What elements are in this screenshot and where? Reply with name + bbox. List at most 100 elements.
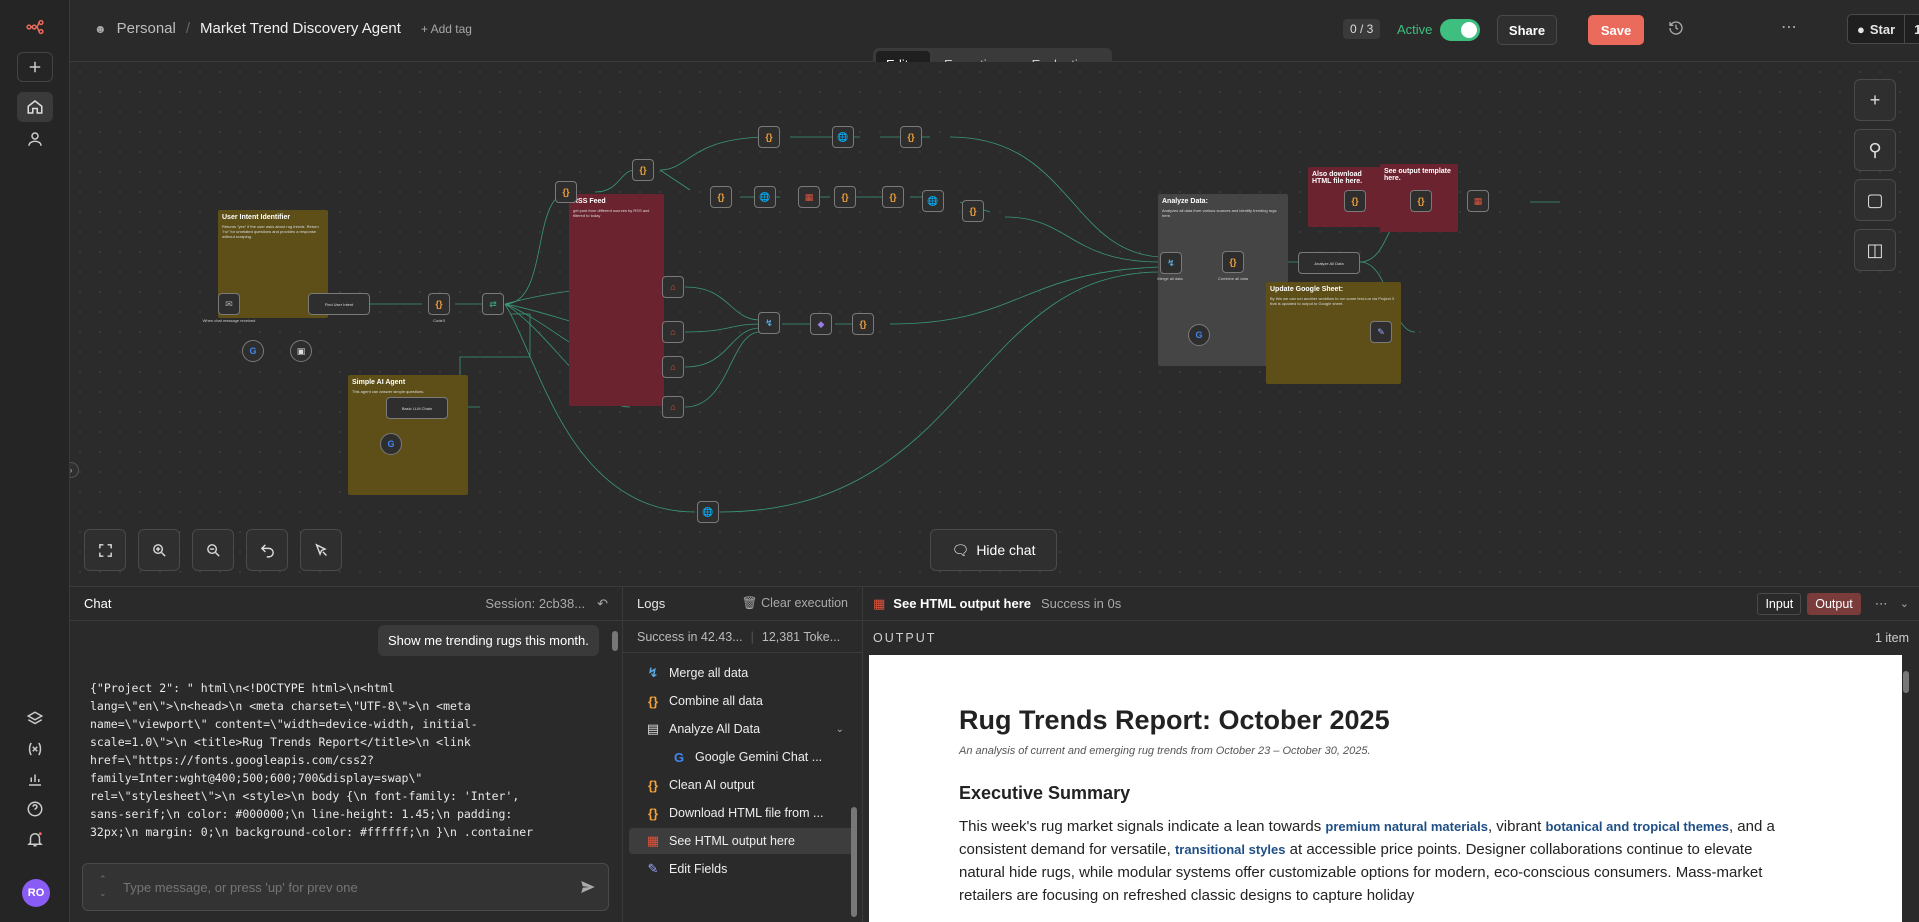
hide-chat-button[interactable]: 🗨 Hide chat (930, 529, 1057, 571)
panel-toggle-icon[interactable]: ◫ (1854, 229, 1896, 271)
variables-icon[interactable] (17, 734, 53, 764)
sticky-simple-ai-agent[interactable]: Simple AI Agent This agent can answer si… (348, 375, 468, 495)
templates-icon[interactable] (17, 704, 53, 734)
active-toggle[interactable] (1440, 19, 1480, 41)
bell-icon[interactable] (17, 824, 53, 854)
rss-architelly-node[interactable]: ⌂ (662, 321, 684, 343)
edit-fields-node[interactable]: ✎ (1370, 321, 1392, 343)
output-toggle[interactable]: Output (1807, 592, 1861, 615)
zoom-out-icon[interactable] (192, 529, 234, 571)
add-tag-button[interactable]: + Add tag (421, 22, 472, 36)
n8n-logo-icon[interactable] (17, 12, 53, 42)
get-amazon-detail-node[interactable]: {} (900, 126, 922, 148)
input-toggle[interactable]: Input (1757, 592, 1802, 615)
code3-node[interactable]: {} (428, 293, 450, 315)
output-scrollbar[interactable] (1903, 657, 1911, 922)
find-urls-node[interactable]: {} (555, 181, 577, 203)
log-item-combine-all-data[interactable]: {} Combine all data (629, 688, 856, 714)
clean-ai-output-node[interactable]: {} (1344, 190, 1366, 212)
log-item-merge-all-data[interactable]: ↯ Merge all data (629, 660, 856, 686)
log-item-clean-ai-output[interactable]: {} Clean AI output (629, 772, 856, 798)
person-icon: ☻ (94, 21, 107, 36)
node-label: Merge all data (1157, 276, 1183, 281)
if-node[interactable]: ⇄ (482, 293, 504, 315)
make-url-node[interactable]: {} (834, 186, 856, 208)
analyze-all-data-node[interactable]: Analyze All Data (1298, 252, 1360, 274)
help-icon[interactable] (17, 794, 53, 824)
more-options-icon[interactable]: ⋯ (1875, 596, 1888, 612)
eval-counter: 0 / 3 (1343, 19, 1381, 39)
chat-scrollbar[interactable] (612, 627, 618, 847)
get-html-website-node[interactable]: 🌐 (754, 186, 776, 208)
insights-icon[interactable] (17, 764, 53, 794)
filter-node[interactable]: {} (852, 313, 874, 335)
chevron-down-icon[interactable]: ⌄ (1900, 597, 1909, 610)
star-label: Star (1869, 21, 1896, 37)
log-item-edit-fields[interactable]: ✎ Edit Fields (629, 856, 856, 882)
chat-trigger-node[interactable]: ✉ (218, 293, 240, 315)
send-icon[interactable] (568, 878, 608, 896)
code-icon: {} (647, 693, 659, 709)
logs-scrollbar[interactable] (851, 657, 857, 919)
add-icon[interactable] (17, 52, 53, 82)
history-icon[interactable] (1668, 20, 1684, 39)
code-icon: {} (647, 805, 659, 821)
zoom-in-icon[interactable] (138, 529, 180, 571)
fit-view-icon[interactable] (84, 529, 126, 571)
get-html-content-node[interactable]: 🌐 (832, 126, 854, 148)
share-button[interactable]: Share (1497, 15, 1557, 45)
split-urls-node[interactable]: {} (882, 186, 904, 208)
combine-all-data-node[interactable]: {} (1222, 251, 1244, 273)
log-item-download-html[interactable]: {} Download HTML file from ... (629, 800, 856, 826)
clear-execution-button[interactable]: 🗑 Clear execution (742, 596, 848, 611)
left-sidebar: RO (0, 0, 70, 922)
basic-llm-chain-node[interactable]: Basic LLM Chain (386, 397, 448, 419)
find-user-intent-node[interactable]: Find User Intent (308, 293, 370, 315)
log-item-gemini-chat[interactable]: G Google Gemini Chat ... (629, 744, 856, 770)
search-icon[interactable]: ⚲ (1854, 129, 1896, 171)
sticky-rss-feed[interactable]: RSS Feed get post from different sources… (569, 194, 664, 406)
see-html-output-node[interactable]: ▦ (1467, 190, 1489, 212)
chevron-down-icon[interactable]: ⌄ (836, 724, 844, 735)
log-item-see-html-output[interactable]: ▦ See HTML output here (629, 828, 856, 854)
user-icon[interactable] (17, 124, 53, 154)
gemini-model-node[interactable]: G (242, 340, 264, 362)
workflow-name[interactable]: Market Trend Discovery Agent (200, 20, 401, 37)
rss-designboom-node[interactable]: ⌂ (662, 276, 684, 298)
rss-rug-society-node[interactable]: ⌂ (662, 396, 684, 418)
http-request-node[interactable]: 🌐 (697, 501, 719, 523)
memory-node[interactable]: ▣ (290, 340, 312, 362)
amazon-scraper-node[interactable]: {} (632, 159, 654, 181)
gemini-model2-node[interactable]: G (380, 433, 402, 455)
url-html-getter-node[interactable]: 🌐 (922, 190, 944, 212)
html-icon: ▦ (873, 595, 886, 611)
robot-icon: ▤ (646, 721, 660, 736)
github-icon: ● (1857, 21, 1865, 37)
merge-rss-node[interactable]: ↯ (758, 312, 780, 334)
save-button[interactable]: Save (1588, 15, 1644, 45)
github-star-button[interactable]: ●Star 152,911 (1847, 14, 1919, 44)
amazon-products-node[interactable]: {} (758, 126, 780, 148)
chat-input[interactable] (123, 879, 568, 895)
gemini-model3-node[interactable]: G (1188, 324, 1210, 346)
add-node-button[interactable]: + (1854, 79, 1896, 121)
amazon-scraper3-node[interactable]: {} (962, 200, 984, 222)
log-item-analyze-all-data[interactable]: ▤ Analyze All Data ⌄ (629, 716, 856, 742)
extract-urls-node[interactable]: ▦ (798, 186, 820, 208)
merge-all-data-node[interactable]: ↯ (1160, 252, 1182, 274)
history-arrows-icon[interactable]: ⌃ ⌄ (99, 872, 107, 900)
tidy-up-icon[interactable] (300, 529, 342, 571)
reset-session-icon[interactable]: ↶ (597, 596, 608, 612)
amazon-collections-node[interactable]: {} (710, 186, 732, 208)
avatar[interactable]: RO (22, 879, 50, 907)
workflow-canvas[interactable]: User Intent Identifier Returns "yes" if … (70, 62, 1919, 586)
rss-spruce-node[interactable]: ⌂ (662, 356, 684, 378)
project-link[interactable]: Personal (117, 20, 176, 37)
home-icon[interactable] (17, 92, 53, 122)
split-out-node[interactable]: ◆ (810, 313, 832, 335)
undo-icon[interactable] (246, 529, 288, 571)
output-node-title: See HTML output here (893, 596, 1032, 611)
more-options-icon[interactable]: ⋯ (1781, 17, 1798, 37)
download-html-node[interactable]: {} (1410, 190, 1432, 212)
sticky-note-icon[interactable]: ▢ (1854, 179, 1896, 221)
